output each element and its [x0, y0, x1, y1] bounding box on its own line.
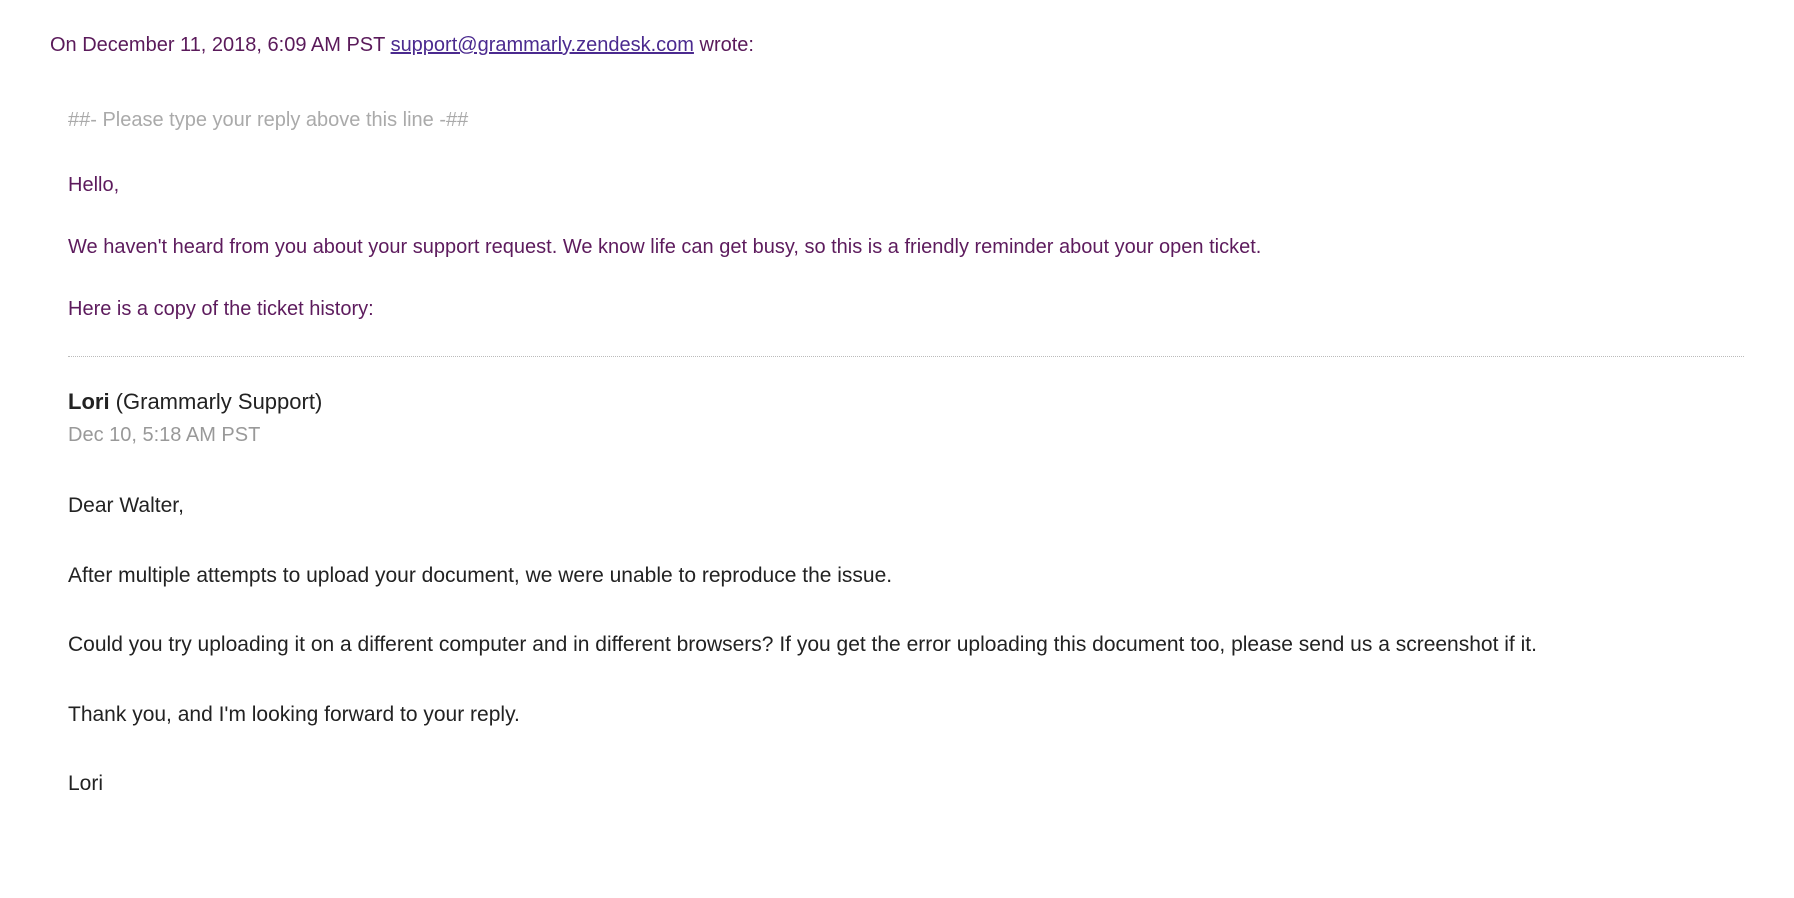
body-paragraph: Could you try uploading it on a differen… — [68, 629, 1744, 661]
intro-line1: We haven't heard from you about your sup… — [68, 232, 1744, 262]
reply-marker: ##- Please type your reply above this li… — [68, 105, 1744, 135]
quote-header-suffix: wrote: — [694, 34, 754, 56]
history-timestamp: Dec 10, 5:18 AM PST — [68, 420, 1744, 450]
body-paragraph: Thank you, and I'm looking forward to yo… — [68, 699, 1744, 731]
divider — [68, 356, 1744, 357]
body-paragraph: Dear Walter, — [68, 490, 1744, 522]
intro-section: Hello, We haven't heard from you about y… — [68, 170, 1744, 324]
author-name: Lori — [68, 389, 110, 414]
sender-email-link[interactable]: support@grammarly.zendesk.com — [391, 34, 694, 56]
author-org: (Grammarly Support) — [110, 389, 323, 414]
intro-greeting: Hello, — [68, 170, 1744, 200]
quoted-block: ##- Please type your reply above this li… — [50, 105, 1744, 800]
history-header: Lori (Grammarly Support) Dec 10, 5:18 AM… — [68, 385, 1744, 450]
body-paragraph: Lori — [68, 768, 1744, 800]
body-paragraph: After multiple attempts to upload your d… — [68, 560, 1744, 592]
quote-header: On December 11, 2018, 6:09 AM PST suppor… — [50, 30, 1744, 60]
quote-header-prefix: On December 11, 2018, 6:09 AM PST — [50, 34, 391, 56]
history-body: Dear Walter, After multiple attempts to … — [68, 490, 1744, 800]
intro-line2: Here is a copy of the ticket history: — [68, 294, 1744, 324]
author-line: Lori (Grammarly Support) — [68, 385, 1744, 418]
